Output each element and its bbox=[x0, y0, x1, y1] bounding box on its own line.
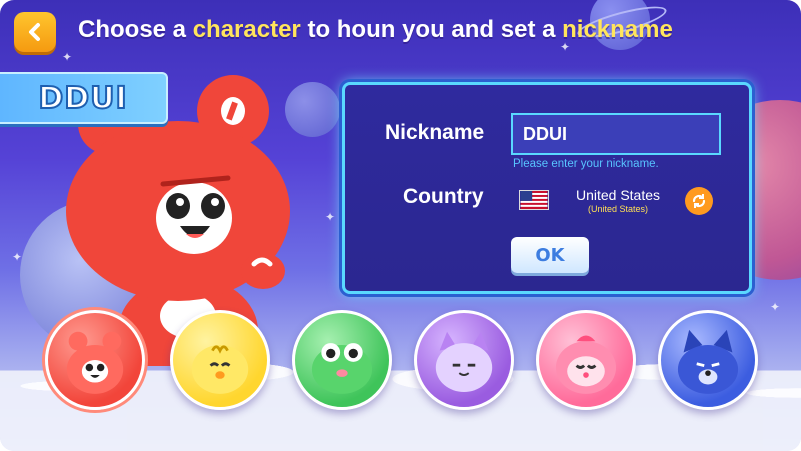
country-name: United States bbox=[575, 187, 661, 203]
us-flag-icon bbox=[519, 190, 549, 210]
bunny-face-icon bbox=[555, 335, 617, 394]
nickname-label: Nickname bbox=[385, 121, 485, 144]
character-red-bear[interactable] bbox=[45, 310, 145, 410]
chick-face-icon bbox=[191, 344, 249, 394]
nickname-panel: Nickname DDUI Please enter your nickname… bbox=[342, 82, 752, 294]
character-blue-wolf[interactable] bbox=[658, 310, 758, 410]
nickname-input[interactable]: DDUI bbox=[511, 113, 721, 155]
ok-button[interactable]: OK bbox=[511, 237, 589, 273]
star-decoration: ✦ bbox=[12, 250, 23, 264]
country-subtitle: (United States) bbox=[587, 204, 649, 214]
game-screen: ✦ ✦ ✦ ✦ ✦ Choose a character to houn you… bbox=[0, 0, 801, 451]
character-green-frog[interactable] bbox=[292, 310, 392, 410]
country-label: Country bbox=[403, 185, 484, 208]
character-name: DDUI bbox=[37, 80, 128, 117]
star-decoration: ✦ bbox=[62, 50, 73, 64]
star-decoration: ✦ bbox=[325, 210, 336, 224]
back-button[interactable] bbox=[14, 12, 56, 52]
change-country-button[interactable] bbox=[685, 187, 713, 215]
title-highlight-nickname: nickname bbox=[562, 16, 673, 43]
title-text: to houn you and set a bbox=[300, 16, 563, 43]
nickname-hint: Please enter your nickname. bbox=[513, 158, 659, 170]
title-text: Choose a bbox=[78, 16, 193, 43]
page-title: Choose a character to houn you and set a… bbox=[78, 16, 673, 44]
character-name-banner: DDUI bbox=[0, 72, 168, 124]
refresh-icon bbox=[692, 194, 706, 208]
character-purple-cat[interactable] bbox=[414, 310, 514, 410]
wolf-face-icon bbox=[677, 329, 739, 394]
character-pink-bunny[interactable] bbox=[536, 310, 636, 410]
chevron-left-icon bbox=[29, 23, 40, 41]
frog-face-icon bbox=[311, 343, 373, 394]
title-highlight-character: character bbox=[192, 16, 301, 43]
character-yellow-chick[interactable] bbox=[170, 310, 270, 410]
bear-face-icon bbox=[66, 331, 124, 394]
cat-face-icon bbox=[435, 331, 493, 392]
star-decoration: ✦ bbox=[770, 300, 781, 314]
